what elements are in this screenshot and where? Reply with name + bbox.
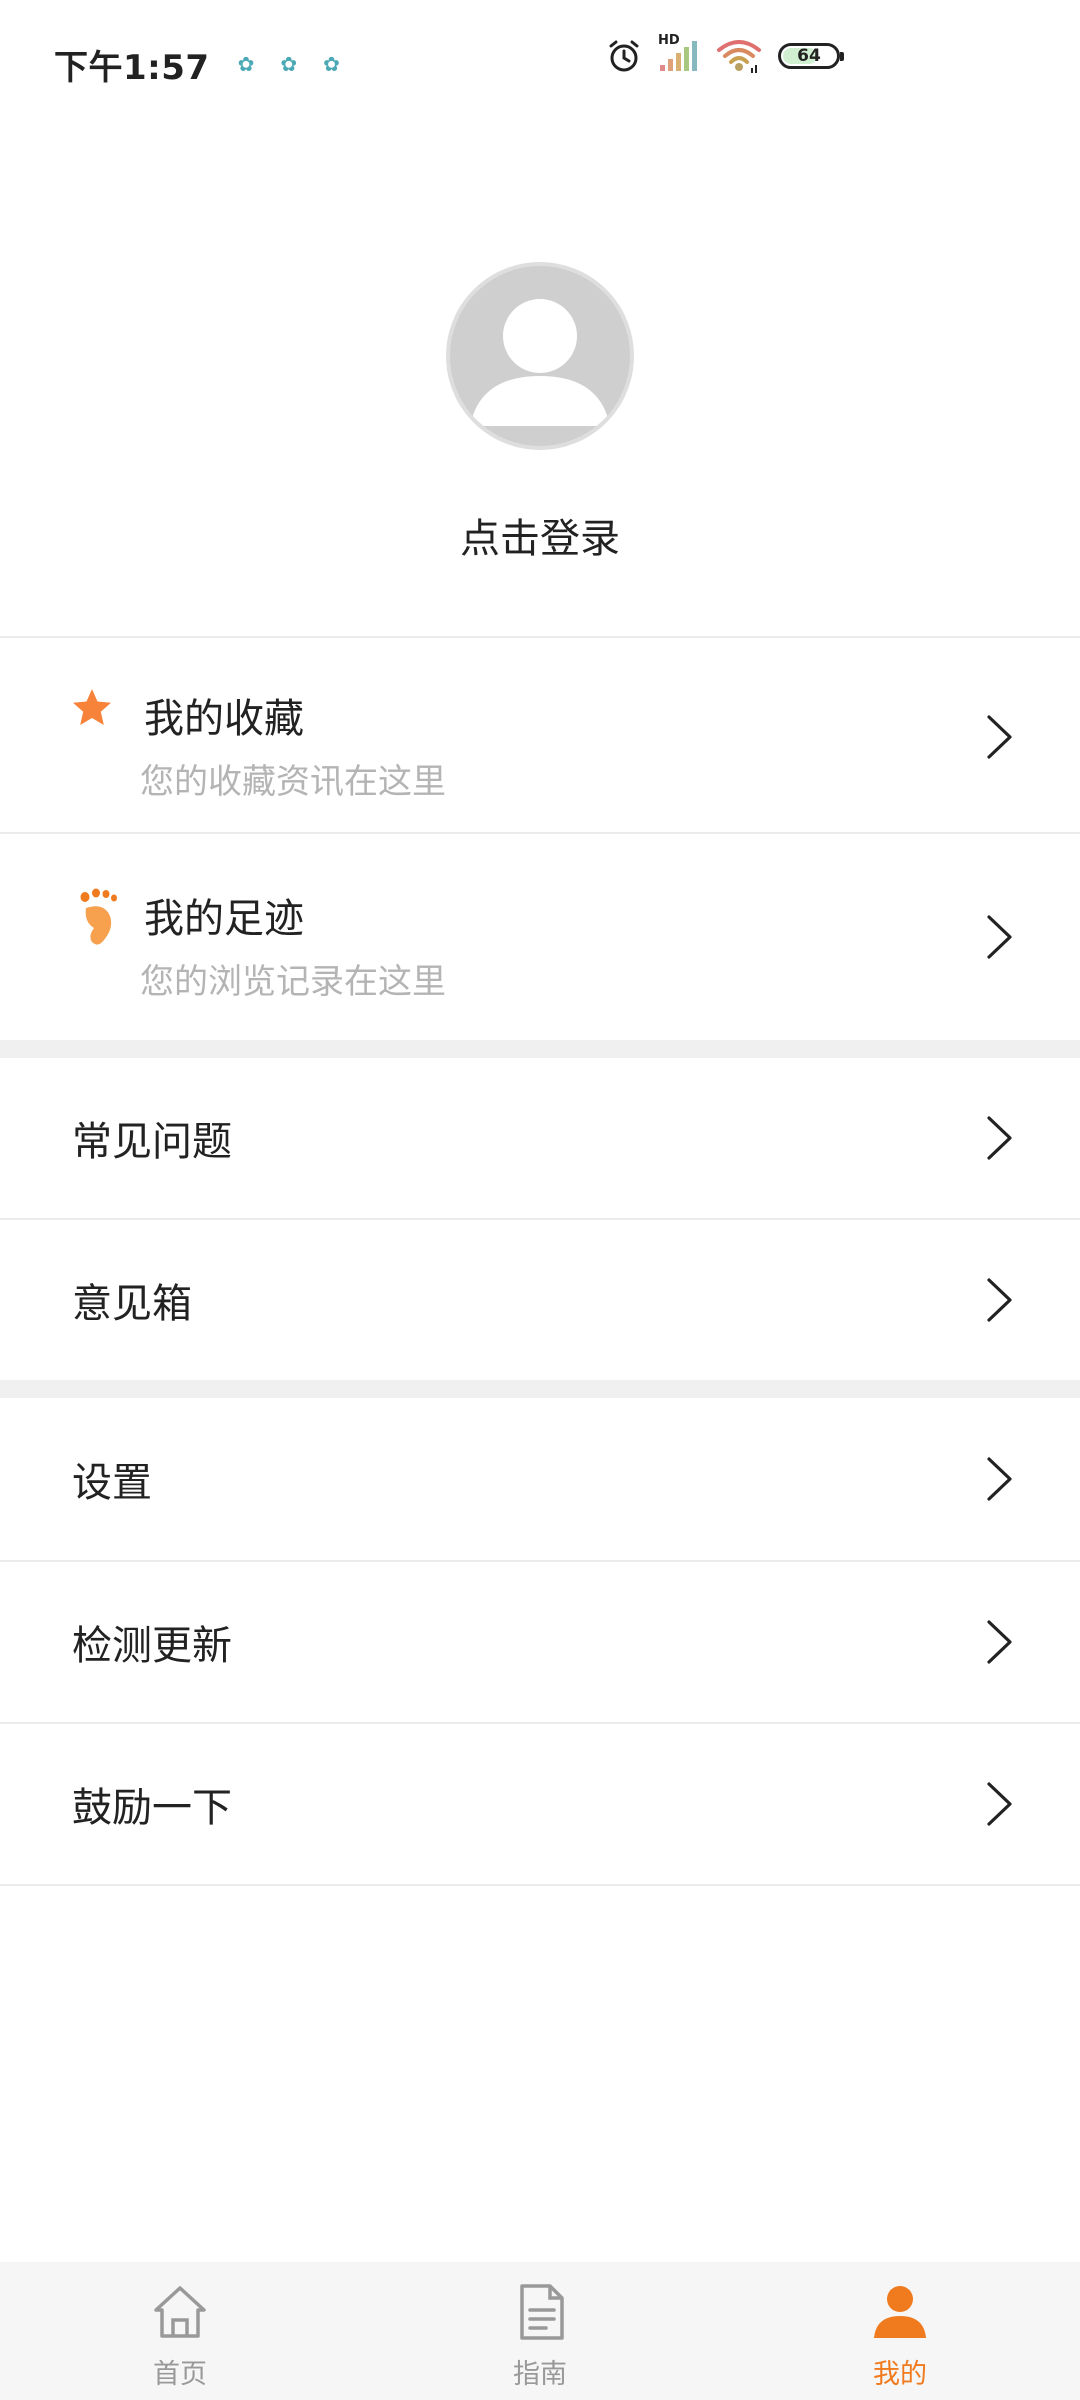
chevron-right-icon: [984, 714, 1014, 764]
notification-icon: ✿: [323, 52, 340, 76]
profile-screen: 下午1:57 ✿ ✿ ✿ HD 64 点击登录 我的收藏 您的收藏资讯在这里 我…: [0, 0, 1080, 2400]
profile-header[interactable]: 点击登录: [0, 262, 1080, 564]
section-gap: [0, 1380, 1080, 1398]
avatar[interactable]: [446, 262, 634, 450]
star-icon: [70, 686, 114, 734]
menu-item-feedback[interactable]: 意见箱: [0, 1220, 1080, 1380]
chevron-right-icon: [984, 1456, 1014, 1506]
bottom-nav: 首页 指南 我的: [0, 2262, 1080, 2400]
chevron-right-icon: [984, 1115, 1014, 1165]
status-right: HD 64: [606, 33, 844, 74]
nav-mine-label: 我的: [873, 2359, 927, 2390]
login-label[interactable]: 点击登录: [0, 506, 1080, 564]
favorites-subtitle: 您的收藏资讯在这里: [140, 762, 446, 802]
chevron-right-icon: [984, 914, 1014, 964]
home-icon: [150, 2282, 210, 2346]
feedback-title: 意见箱: [72, 1281, 192, 1327]
settings-title: 设置: [72, 1460, 152, 1506]
encourage-title: 鼓励一下: [72, 1785, 232, 1831]
user-silhouette-icon: [470, 299, 610, 426]
update-title: 检测更新: [72, 1623, 232, 1669]
document-icon: [510, 2282, 570, 2346]
battery-indicator: 64: [778, 43, 844, 69]
nav-home[interactable]: 首页: [0, 2262, 360, 2400]
history-subtitle: 您的浏览记录在这里: [140, 962, 446, 1002]
notification-icon: ✿: [237, 52, 255, 76]
history-title: 我的足迹: [144, 896, 304, 942]
person-icon: [870, 2282, 930, 2346]
favorites-title: 我的收藏: [144, 696, 304, 742]
signal-icon: HD: [658, 33, 700, 73]
notification-icons: ✿ ✿ ✿: [238, 52, 340, 76]
menu-item-faq[interactable]: 常见问题: [0, 1058, 1080, 1218]
nav-home-label: 首页: [153, 2359, 207, 2390]
menu-item-settings[interactable]: 设置: [0, 1398, 1080, 1560]
status-bar: 下午1:57 ✿ ✿ ✿ HD 64: [0, 0, 1080, 128]
chevron-right-icon: [984, 1277, 1014, 1327]
nav-guide-label: 指南: [513, 2359, 567, 2390]
menu-item-encourage[interactable]: 鼓励一下: [0, 1724, 1080, 1884]
chevron-right-icon: [984, 1781, 1014, 1831]
faq-title: 常见问题: [72, 1119, 232, 1165]
status-time: 下午1:57: [54, 47, 210, 88]
alarm-icon: [606, 38, 642, 74]
nav-mine[interactable]: 我的: [720, 2262, 1080, 2400]
menu-item-favorites[interactable]: 我的收藏 您的收藏资讯在这里: [0, 638, 1080, 832]
wifi-icon: [716, 38, 762, 74]
chevron-right-icon: [984, 1619, 1014, 1669]
nav-guide[interactable]: 指南: [360, 2262, 720, 2400]
section-gap: [0, 1040, 1080, 1058]
footprint-icon: [78, 888, 126, 952]
notification-icon: ✿: [280, 52, 298, 76]
menu-item-check-update[interactable]: 检测更新: [0, 1562, 1080, 1722]
menu-item-history[interactable]: 我的足迹 您的浏览记录在这里: [0, 834, 1080, 1040]
divider: [0, 1884, 1080, 1886]
network-label: HD: [658, 33, 680, 48]
